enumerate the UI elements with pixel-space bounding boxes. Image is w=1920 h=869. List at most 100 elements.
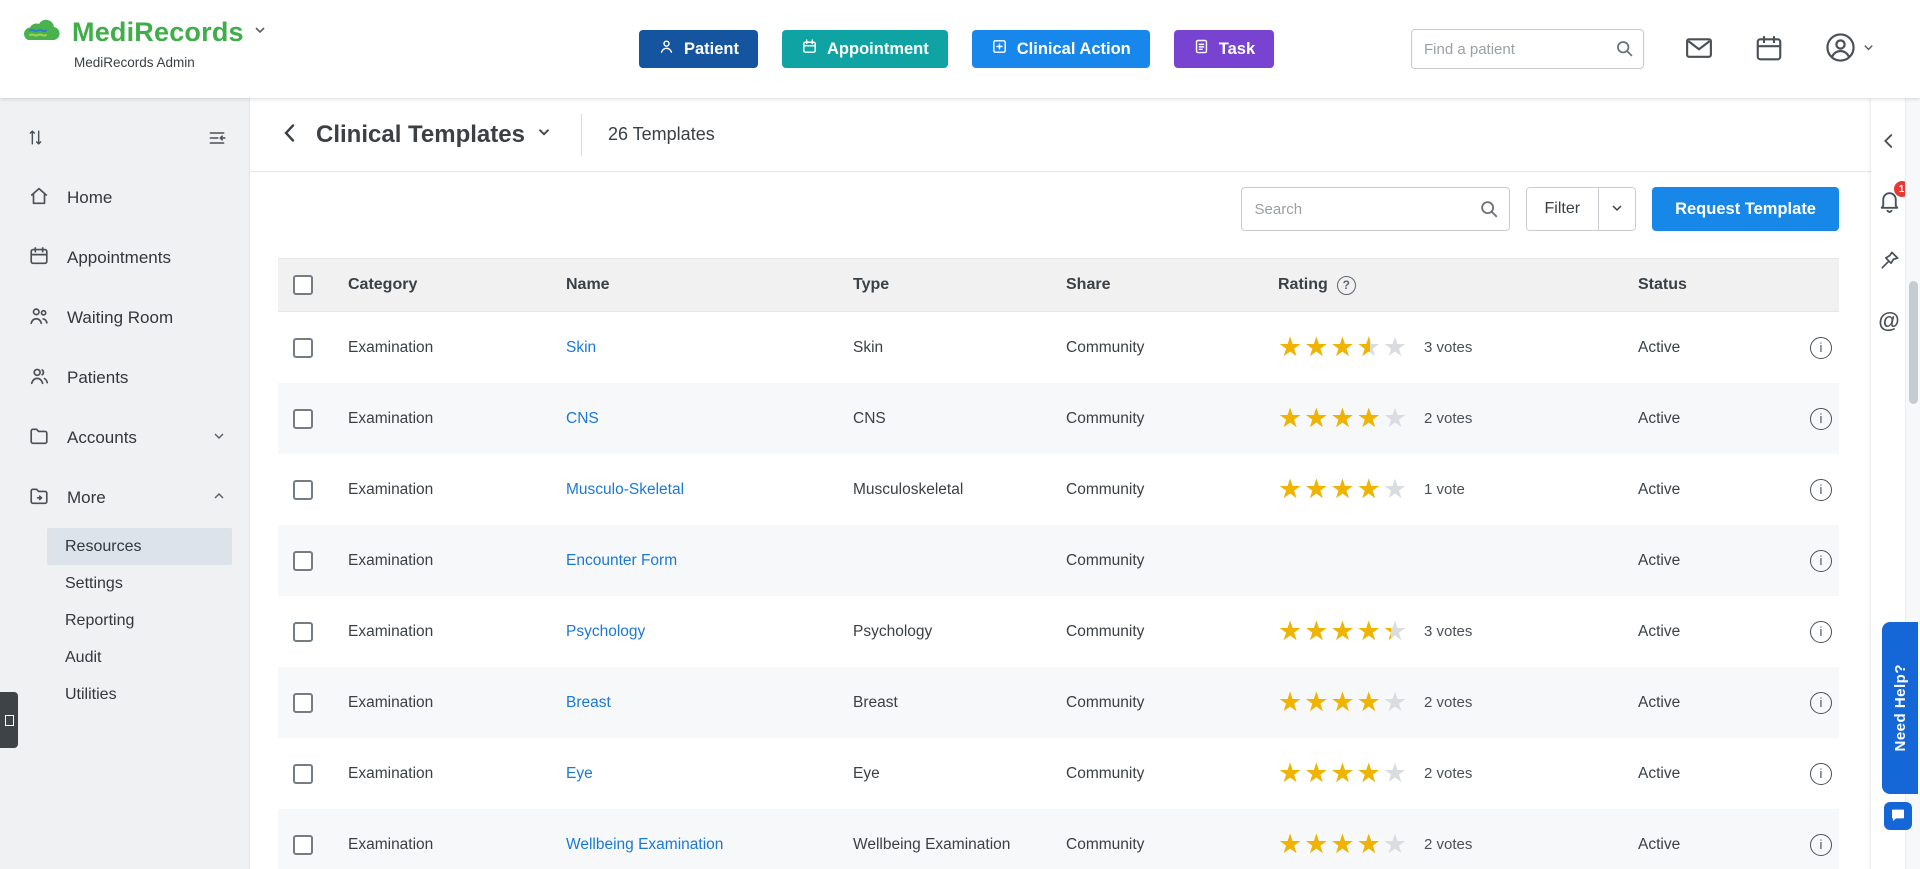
template-name-link[interactable]: Breast [566,694,611,712]
chat-bubble-icon [1890,807,1906,826]
expand-panel-button[interactable] [1878,130,1900,155]
info-icon[interactable]: i [1810,549,1832,572]
filter-button[interactable]: Filter [1526,188,1599,230]
table-row: Examination Wellbeing Examination Wellbein… [278,809,1839,869]
row-checkbox[interactable] [293,763,313,784]
notifications-button[interactable]: 1 [1877,181,1910,216]
table-row: Examination Eye Eye Community ★★★★★★★★★★ 2 vo… [278,738,1839,809]
need-help-tab[interactable]: Need Help? [1882,622,1918,794]
row-status: Active [1638,622,1681,640]
sidebar-resize-button[interactable] [26,128,45,150]
row-type: Psychology [853,622,933,640]
search-icon[interactable] [1478,198,1500,225]
row-category: Examination [348,835,434,853]
filter-dropdown-button[interactable] [1598,188,1636,230]
sidebar-item-waiting-room[interactable]: Waiting Room [0,288,249,348]
sidebar-item-label: Waiting Room [67,308,174,327]
request-template-button[interactable]: Request Template [1652,187,1839,231]
row-checkbox[interactable] [293,408,313,429]
table-toolbar: Filter Request Template [278,187,1839,231]
sidebar-collapse-button[interactable] [207,128,227,151]
quick-actions: Patient Appointment Clinical Action Task [639,30,1275,68]
info-icon[interactable]: i [1810,762,1832,785]
profile-menu-button[interactable] [1824,31,1876,67]
appointment-button-label: Appointment [827,39,929,58]
sidebar-item-appointments[interactable]: Appointments [0,228,249,288]
up-down-arrows-icon [26,128,45,150]
divider [580,113,582,156]
sidebar-item-more[interactable]: More [0,468,249,528]
info-icon[interactable]: i [1810,478,1832,501]
patient-button[interactable]: Patient [639,30,759,68]
rating-stars: ★★★★★★★★★★ [1278,332,1410,362]
row-checkbox[interactable] [293,337,313,358]
info-icon[interactable]: i [1810,407,1832,430]
back-button[interactable] [278,121,302,148]
rating-votes: 2 votes [1424,694,1473,711]
row-checkbox[interactable] [293,550,313,571]
sidebar-subitem-label: Audit [65,648,102,666]
info-icon[interactable]: i [1810,691,1832,714]
brand-name: MediRecords [72,17,244,47]
table-row: Examination Psychology Psychology Community… [278,596,1839,667]
row-checkbox[interactable] [293,834,313,855]
clinical-action-button[interactable]: Clinical Action [971,30,1150,68]
template-name-link[interactable]: Psychology [566,623,645,641]
appointment-button[interactable]: Appointment [782,30,948,68]
template-name-link[interactable]: Wellbeing Examination [566,836,723,854]
chat-widget-button[interactable] [1884,802,1912,830]
main-content: Clinical Templates 26 Templates Filter [250,98,1871,869]
info-icon[interactable]: i [1810,336,1832,359]
pin-button[interactable] [1878,249,1901,275]
sidebar-item-audit[interactable]: Audit [47,639,232,676]
messages-button[interactable] [1684,33,1714,66]
rating-help-icon[interactable]: ? [1336,275,1356,295]
rating-votes: 3 votes [1424,623,1473,640]
sidebar-item-home[interactable]: Home [0,168,249,228]
sidebar-item-resources[interactable]: Resources [47,528,232,565]
row-status: Active [1638,338,1681,356]
brand-menu[interactable]: MediRecords MediRecords Admin [16,14,268,70]
row-checkbox[interactable] [293,692,313,713]
sidebar-item-patients[interactable]: Patients [0,348,249,408]
page-title: Clinical Templates [316,120,525,148]
row-checkbox[interactable] [293,479,313,500]
find-patient-input[interactable] [1411,29,1644,69]
sidebar-item-accounts[interactable]: Accounts [0,408,249,468]
row-share: Community [1066,622,1145,640]
row-category: Examination [348,551,434,569]
calendar-button[interactable] [1754,33,1784,66]
search-icon[interactable] [1614,38,1635,64]
bell-icon [1877,192,1902,216]
select-all-checkbox[interactable] [293,275,313,295]
template-name-link[interactable]: Musculo-Skeletal [566,481,684,499]
row-share: Community [1066,551,1145,569]
sidebar-item-settings[interactable]: Settings [47,565,232,602]
row-status: Active [1638,835,1681,853]
row-type: Eye [853,764,880,782]
info-icon[interactable]: i [1810,620,1832,643]
task-button[interactable]: Task [1173,30,1275,68]
rating-stars: ★★★★★★★★★★ [1278,829,1410,859]
mentions-button[interactable]: @ [1878,308,1899,334]
folder-icon [28,425,50,452]
template-name-link[interactable]: CNS [566,410,599,428]
task-icon [1193,38,1210,60]
feedback-tab[interactable] [0,692,18,748]
feedback-icon [4,714,14,726]
page-title-dropdown[interactable]: Clinical Templates [316,121,553,149]
row-share: Community [1066,480,1145,498]
template-name-link[interactable]: Encounter Form [566,552,677,570]
clinical-action-icon [991,38,1008,60]
calendar-icon [28,245,50,272]
info-icon[interactable]: i [1810,833,1832,856]
table-search-input[interactable] [1240,187,1510,231]
sidebar-item-label: Appointments [67,248,171,267]
sidebar: Home Appointments Waiting Room Patients … [0,98,250,869]
sidebar-item-utilities[interactable]: Utilities [47,676,232,713]
template-name-link[interactable]: Skin [566,339,596,357]
row-checkbox[interactable] [293,621,313,642]
scrollbar-thumb[interactable] [1909,281,1918,404]
sidebar-item-reporting[interactable]: Reporting [47,602,232,639]
template-name-link[interactable]: Eye [566,765,593,783]
